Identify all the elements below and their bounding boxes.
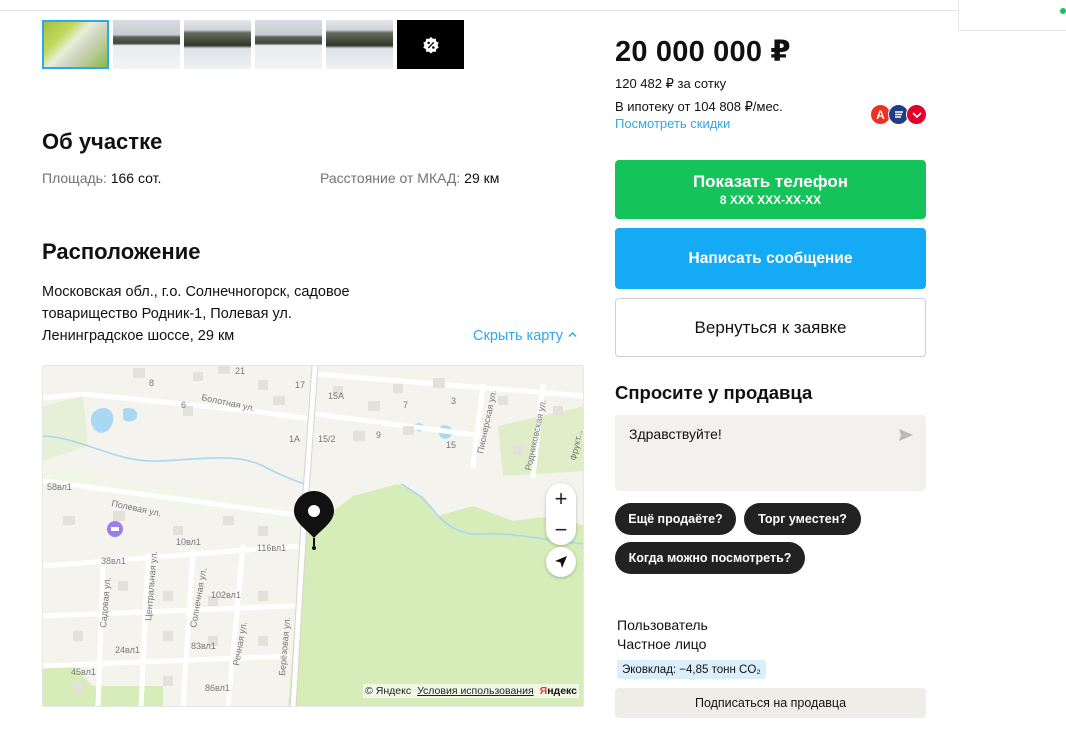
map-label: 9 [376,430,381,440]
back-to-request-button[interactable]: Вернуться к заявке [615,298,926,357]
zoom-controls: + − [546,483,576,545]
eco-badge: Эковклад: −4,85 тонн CO₂ [617,660,766,679]
ask-seller-title: Спросите у продавца [615,382,813,403]
price-per-sotka: 120 482 ₽ за сотку [615,76,727,91]
quick-reply-chip[interactable]: Торг уместен? [744,503,861,535]
mkad-label: Расстояние от МКАД: [320,170,461,186]
header-right-panel [958,0,1066,31]
mkad-distance-field: Расстояние от МКАД: 29 км [320,170,499,186]
top-divider [0,10,1066,11]
thumbnail-4[interactable] [255,20,322,69]
subscribe-seller-button[interactable]: Подписаться на продавца [615,688,926,718]
quick-reply-chip[interactable]: Когда можно посмотреть? [615,542,805,574]
discount-badge-icon [422,36,439,54]
map-attribution: © Яндекс Условия использования Яндекс [363,684,579,698]
thumbnail-3[interactable] [184,20,251,69]
map-label: 1А [289,434,300,444]
area-field: Площадь: 166 сот. [42,170,161,186]
bank-logo-icon [906,104,927,125]
map-copyright: © Яндекс [365,685,412,697]
map-label: 7 [403,400,408,410]
online-status-dot [1060,8,1066,14]
mkad-value: 29 км [464,170,500,186]
seller-type: Частное лицо [617,636,707,652]
show-phone-label: Показать телефон [692,172,849,191]
map-label: 3 [451,396,456,406]
map-label: 21 [235,366,245,376]
thumbnail-5[interactable] [326,20,393,69]
phone-masked: 8 XXX XXX-XX-XX [719,193,822,207]
thumbnail-2[interactable] [113,20,180,69]
map-label: 38вл1 [101,556,126,566]
map-label: 102вл1 [211,590,241,600]
map-label: 15А [328,391,344,401]
location-title: Расположение [42,239,201,264]
map-label: 116вл1 [257,543,286,553]
zoom-in-button[interactable]: + [546,483,576,514]
map-label: 24вл1 [115,645,140,655]
hotel-poi-icon[interactable] [107,521,123,537]
mortgage-info: В ипотеку от 104 808 ₽/мес. [615,99,783,114]
show-phone-button[interactable]: Показать телефон 8 XXX XXX-XX-XX [615,160,926,219]
geolocation-button[interactable] [546,547,576,577]
navigation-arrow-icon [555,556,567,568]
address-line-1: Московская обл., г.о. Солнечногорск, сад… [42,284,350,300]
address: Московская обл., г.о. Солнечногорск, сад… [42,281,402,347]
message-text: Здравствуйте! [629,426,722,442]
chevron-up-icon [568,331,577,338]
address-line-2: товарищество Родник-1, Полевая ул. [42,306,292,322]
discounts-link[interactable]: Посмотреть скидки [615,116,730,131]
photo-thumbnails [42,20,464,69]
seller-role[interactable]: Пользователь [617,617,708,633]
thumbnail-1[interactable] [42,20,109,69]
area-value: 166 сот. [110,170,162,186]
zoom-out-button[interactable]: − [546,514,576,545]
map-label: 15 [446,440,456,450]
about-title: Об участке [42,129,163,154]
map-terms-link[interactable]: Условия использования [417,685,534,697]
map-label: 6 [181,400,186,410]
map-label: 45вл1 [71,667,96,677]
map-label: 17 [295,380,305,390]
yandex-logo-rest: ндекс [547,685,577,697]
address-line-3: Ленинградское шоссе, 29 км [42,328,235,344]
write-message-button[interactable]: Написать сообщение [615,228,926,289]
quick-reply-chip[interactable]: Ещё продаёте? [615,503,736,535]
map-label: 83вл1 [191,641,216,651]
price: 20 000 000 ₽ [615,36,791,68]
map-canvas[interactable]: 21 17 8 15А 7 3 6 1А 15/2 9 15 Болотная … [43,366,584,707]
map-label: 8 [149,378,154,388]
hide-map-link[interactable]: Скрыть карту [473,328,577,344]
send-icon[interactable] [898,427,914,443]
map-label: 58вл1 [47,482,72,492]
area-label: Площадь: [42,170,107,186]
map-label: 10вл1 [176,537,201,547]
yandex-logo[interactable]: Яндекс [540,685,577,697]
map-label: 86вл1 [205,683,230,693]
map-label: 15/2 [318,434,336,444]
hide-map-label: Скрыть карту [473,328,564,344]
map[interactable]: 21 17 8 15А 7 3 6 1А 15/2 9 15 Болотная … [42,365,584,707]
bank-logos[interactable]: А [870,104,930,126]
thumbnail-discount[interactable] [397,20,464,69]
message-input[interactable]: Здравствуйте! [615,415,926,491]
